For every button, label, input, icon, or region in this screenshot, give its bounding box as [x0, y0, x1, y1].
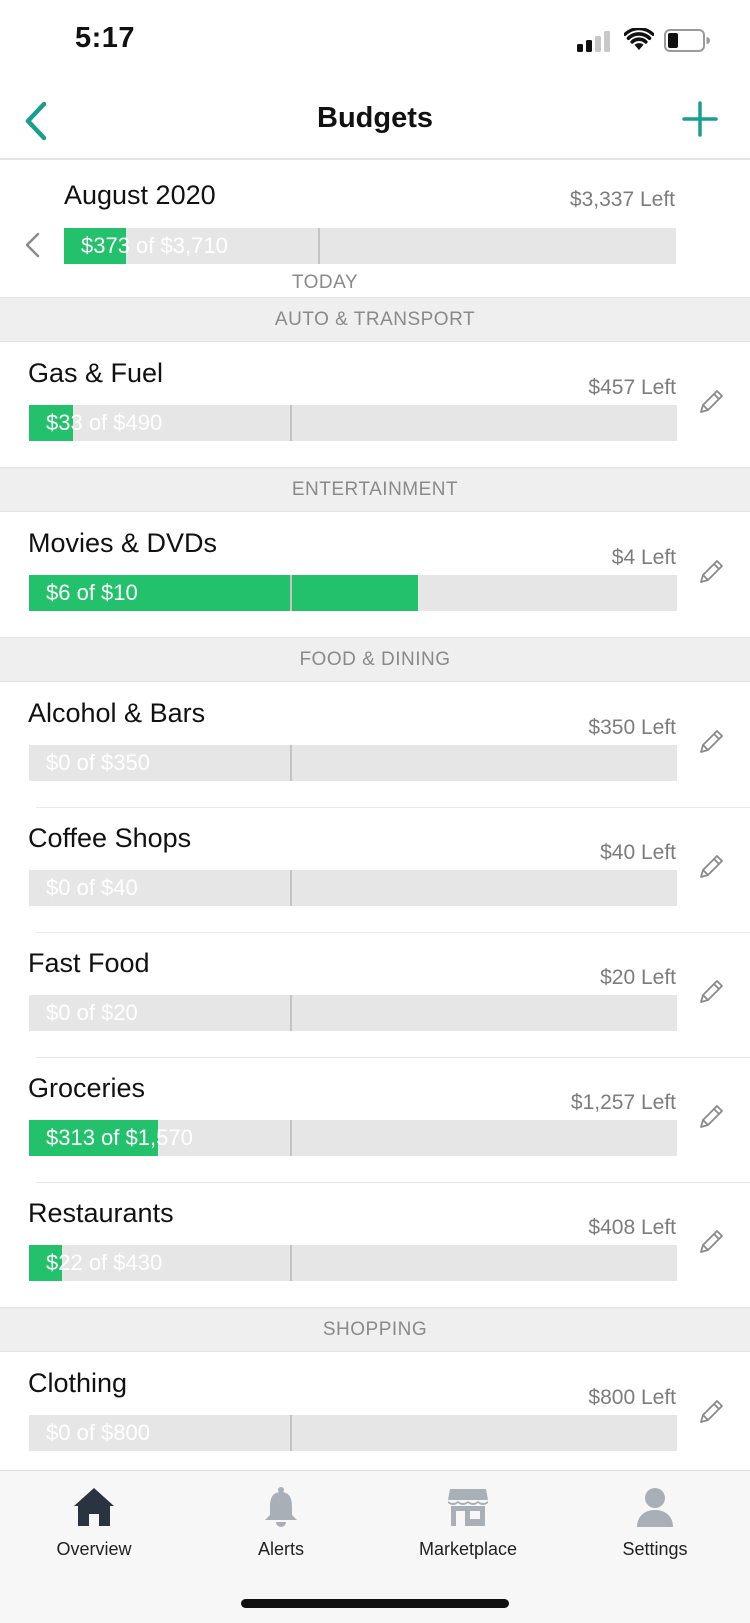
budget-name: Restaurants: [28, 1198, 174, 1228]
budget-row-gas-fuel[interactable]: Gas & Fuel $457 Left $33 of $490: [0, 342, 750, 467]
tab-label: Overview: [56, 1539, 132, 1559]
section-header-shopping: SHOPPING: [0, 1307, 750, 1352]
budget-name: Groceries: [28, 1073, 146, 1103]
budget-name: Alcohol & Bars: [28, 698, 206, 728]
budget-row-alcohol-bars[interactable]: Alcohol & Bars $350 Left $0 of $350: [0, 682, 750, 807]
tab-label: Alerts: [257, 1539, 304, 1559]
month-progress-label: $373 of $3,710: [81, 233, 228, 258]
budget-progress-label: $6 of $10: [46, 580, 138, 605]
section-header-food-dining: FOOD & DINING: [0, 637, 750, 682]
budget-remaining: $4 Left: [611, 546, 676, 569]
budget-progress-label: $0 of $40: [46, 875, 138, 900]
tab-marketplace[interactable]: Marketplace: [388, 1485, 548, 1575]
today-marker: [290, 405, 292, 441]
budget-list[interactable]: AUTO & TRANSPORT Gas & Fuel $457 Left $3…: [0, 297, 750, 1470]
tab-label: Settings: [622, 1539, 688, 1559]
pencil-icon[interactable]: [695, 556, 727, 588]
budget-remaining: $350 Left: [588, 716, 676, 739]
budget-progress-bar: $0 of $40: [29, 870, 677, 906]
wifi-icon: [624, 28, 654, 50]
pencil-icon[interactable]: [695, 851, 727, 883]
budget-name: Gas & Fuel: [28, 358, 164, 388]
budget-row-movies-dvds[interactable]: Movies & DVDs $4 Left $6 of $10: [0, 512, 750, 637]
pencil-icon[interactable]: [695, 1101, 727, 1133]
store-icon: [448, 1489, 488, 1526]
pencil-icon[interactable]: [695, 386, 727, 418]
budget-name: Fast Food: [28, 948, 150, 978]
pencil-icon[interactable]: [695, 726, 727, 758]
page-title: Budgets: [317, 102, 433, 134]
battery-icon: [664, 29, 710, 52]
budget-progress-label: $0 of $20: [46, 1000, 138, 1025]
budget-remaining: $408 Left: [588, 1216, 676, 1239]
section-header-entertainment: ENTERTAINMENT: [0, 467, 750, 512]
today-marker: [318, 228, 320, 264]
month-remaining: $3,337 Left: [569, 188, 675, 211]
today-marker: [290, 1120, 292, 1156]
budget-progress-label: $0 of $350: [46, 750, 150, 775]
budget-progress-bar: $0 of $800: [29, 1415, 677, 1451]
budget-row-clothing[interactable]: Clothing $800 Left $0 of $800: [0, 1352, 750, 1470]
budget-remaining: $457 Left: [588, 376, 676, 399]
status-time: 5:17: [75, 22, 136, 54]
budget-name: Clothing: [28, 1368, 128, 1398]
tab-overview[interactable]: Overview: [14, 1485, 174, 1575]
budget-progress-bar: $33 of $490: [29, 405, 677, 441]
month-summary: August 2020 $3,337 Left $373 of $3,710 T…: [0, 162, 750, 296]
home-indicator[interactable]: [241, 1599, 509, 1608]
budget-progress-bar: $6 of $10: [29, 575, 677, 611]
home-icon: [74, 1488, 114, 1526]
budget-remaining: $1,257 Left: [570, 1091, 676, 1114]
budget-row-coffee-shops[interactable]: Coffee Shops $40 Left $0 of $40: [0, 807, 750, 932]
tab-alerts[interactable]: Alerts: [201, 1485, 361, 1575]
today-marker: [290, 995, 292, 1031]
budget-progress-bar: $22 of $430: [29, 1245, 677, 1281]
tab-settings[interactable]: Settings: [575, 1485, 735, 1575]
today-marker: [290, 745, 292, 781]
budget-remaining: $40 Left: [600, 841, 676, 864]
budget-progress-bar: $0 of $350: [29, 745, 677, 781]
tab-label: Marketplace: [418, 1539, 518, 1559]
budget-progress-label: $313 of $1,570: [46, 1125, 193, 1150]
budget-row-fast-food[interactable]: Fast Food $20 Left $0 of $20: [0, 932, 750, 1057]
budget-row-groceries[interactable]: Groceries $1,257 Left $313 of $1,570: [0, 1057, 750, 1182]
status-bar: 5:17: [0, 0, 750, 84]
plus-icon[interactable]: [680, 99, 720, 139]
budget-name: Movies & DVDs: [28, 528, 218, 558]
today-label: TODAY: [291, 272, 359, 293]
navigation-bar: Budgets: [0, 84, 750, 160]
user-icon: [637, 1488, 673, 1527]
pencil-icon[interactable]: [695, 1226, 727, 1258]
budget-remaining: $20 Left: [600, 966, 676, 989]
budget-row-restaurants[interactable]: Restaurants $408 Left $22 of $430: [0, 1182, 750, 1307]
today-marker: [290, 870, 292, 906]
budget-name: Coffee Shops: [28, 823, 192, 853]
bell-icon: [265, 1487, 297, 1527]
cellular-signal-icon: [577, 30, 613, 52]
section-header-auto-transport: AUTO & TRANSPORT: [0, 297, 750, 342]
previous-month-icon[interactable]: [20, 230, 46, 260]
budget-remaining: $800 Left: [588, 1386, 676, 1409]
budget-progress-label: $22 of $430: [46, 1250, 163, 1275]
pencil-icon[interactable]: [695, 976, 727, 1008]
month-title: August 2020: [64, 180, 216, 210]
budget-progress-bar: $0 of $20: [29, 995, 677, 1031]
month-progress-bar: $373 of $3,710: [64, 228, 676, 264]
budget-progress-label: $0 of $800: [46, 1420, 150, 1445]
today-marker: [290, 1245, 292, 1281]
budget-progress-bar: $313 of $1,570: [29, 1120, 677, 1156]
today-marker: [290, 1415, 292, 1451]
pencil-icon[interactable]: [695, 1396, 727, 1428]
today-marker: [290, 575, 292, 611]
budget-progress-label: $33 of $490: [46, 410, 163, 435]
